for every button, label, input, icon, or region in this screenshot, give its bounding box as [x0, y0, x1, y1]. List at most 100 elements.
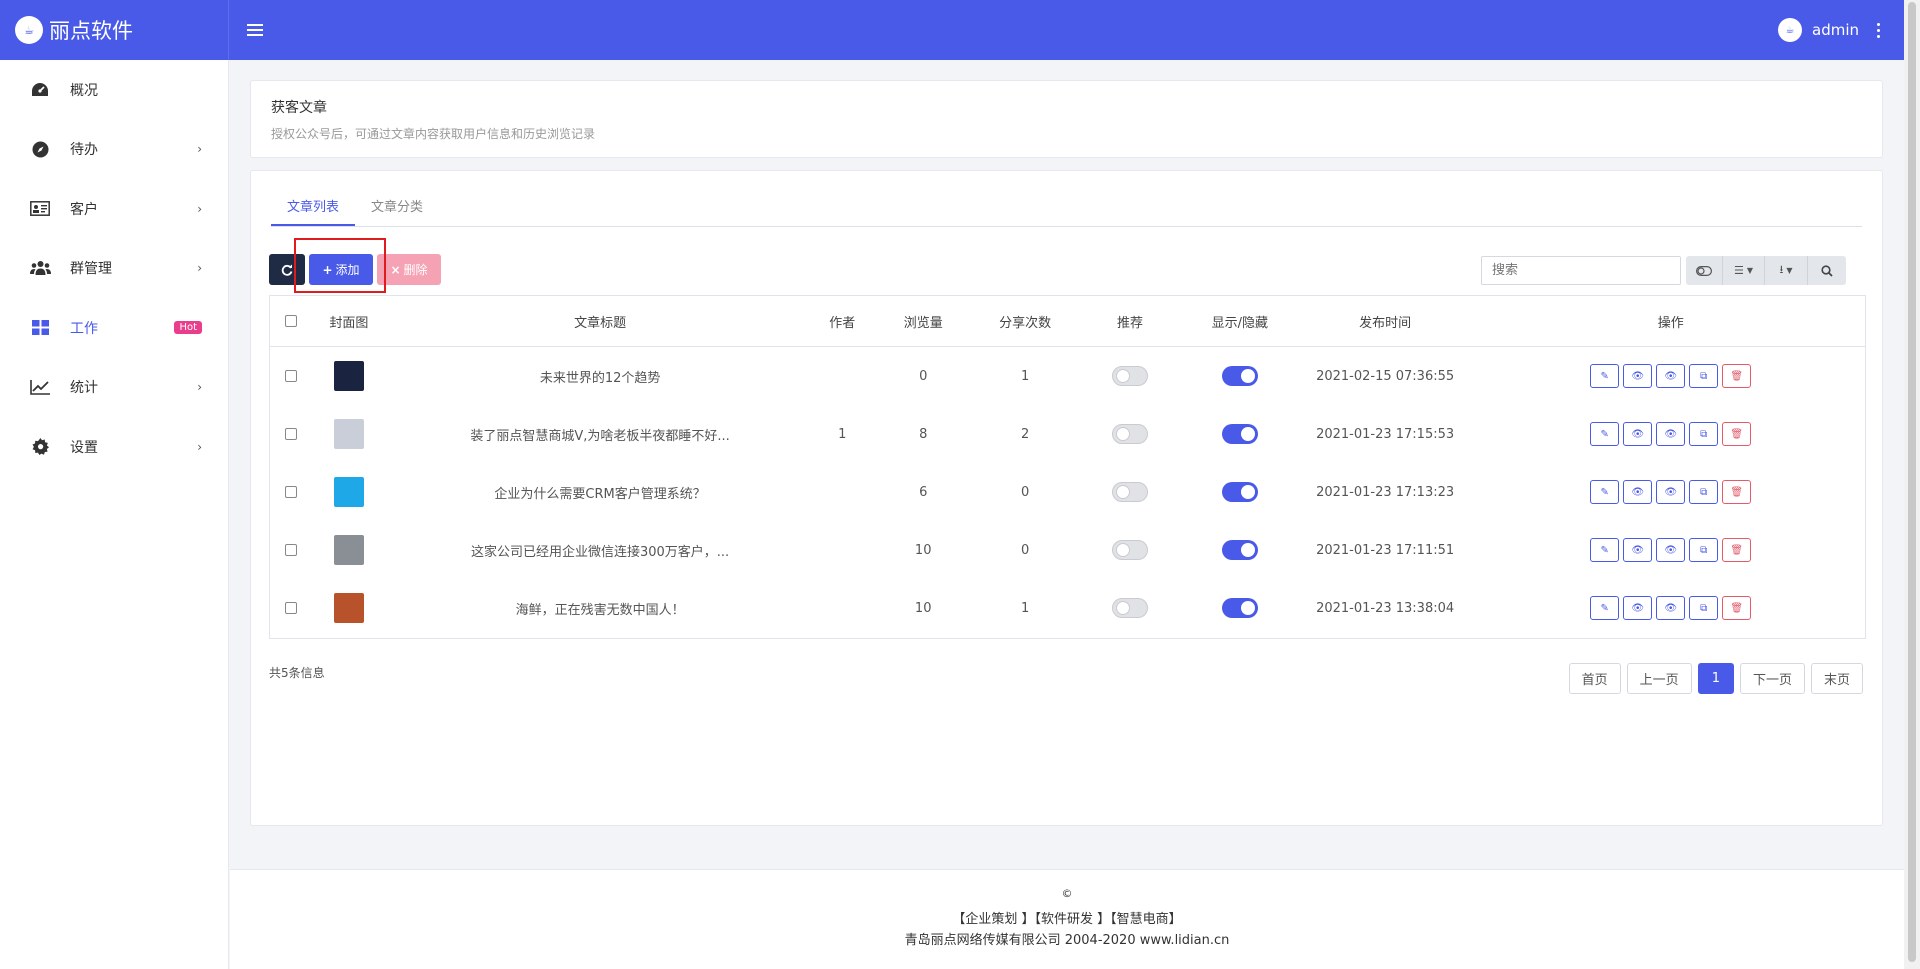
sidebar-item-todo[interactable]: 待办 ›: [0, 120, 228, 180]
edit-button[interactable]: ✎: [1590, 480, 1620, 504]
footer-links[interactable]: 【企业策划 】【软件研发 】【智慧电商】: [230, 908, 1904, 927]
first-page-button[interactable]: 首页: [1568, 663, 1621, 694]
pencil-icon: ✎: [1600, 544, 1609, 556]
sidebar-item-customer[interactable]: 客户 ›: [0, 179, 228, 239]
delete-button[interactable]: × 删除: [377, 254, 441, 285]
row-checkbox[interactable]: [284, 428, 297, 440]
recommend-toggle[interactable]: [1111, 598, 1148, 618]
article-title[interactable]: 这家公司已经用企业微信连接300万客户，...: [386, 541, 814, 560]
avatar[interactable]: ☕: [1778, 18, 1802, 42]
more-vertical-icon[interactable]: [1877, 22, 1880, 38]
preview-button[interactable]: 👁: [1623, 480, 1653, 504]
page-scrollbar[interactable]: [1904, 0, 1920, 969]
tab-article-list[interactable]: 文章列表: [271, 193, 356, 226]
eye-icon: 👁: [1664, 428, 1678, 440]
prev-page-button[interactable]: 上一页: [1626, 663, 1692, 694]
cover-image: [333, 477, 364, 507]
highlight-box: [294, 238, 386, 293]
sidebar-item-label: 统计: [70, 380, 98, 397]
column-header: 作者: [829, 315, 856, 331]
eye-icon: 👁: [1631, 544, 1645, 556]
view-stats-button[interactable]: 👁: [1656, 480, 1686, 504]
article-title[interactable]: 企业为什么需要CRM客户管理系统？: [386, 483, 814, 502]
preview-button[interactable]: 👁: [1623, 596, 1653, 620]
sidebar-item-work[interactable]: 工作 Hot: [0, 298, 228, 358]
copy-button[interactable]: ⧉: [1689, 538, 1719, 562]
user-menu: ☕ admin: [1778, 18, 1904, 42]
recommend-toggle[interactable]: [1111, 482, 1148, 502]
edit-button[interactable]: ✎: [1590, 538, 1620, 562]
visibility-toggle[interactable]: [1221, 482, 1258, 502]
copy-button[interactable]: ⧉: [1689, 480, 1719, 504]
row-checkbox[interactable]: [284, 602, 297, 614]
recommend-toggle[interactable]: [1111, 424, 1148, 444]
article-views: 0: [919, 368, 928, 384]
next-page-button[interactable]: 下一页: [1739, 663, 1805, 694]
edit-button[interactable]: ✎: [1590, 422, 1620, 446]
copy-button[interactable]: ⧉: [1689, 364, 1719, 388]
visibility-toggle[interactable]: [1221, 598, 1258, 618]
edit-button[interactable]: ✎: [1590, 364, 1620, 388]
search-button[interactable]: [1808, 256, 1846, 285]
sidebar-item-stats[interactable]: 统计 ›: [0, 358, 228, 418]
view-stats-button[interactable]: 👁: [1656, 364, 1686, 388]
recommend-toggle[interactable]: [1111, 540, 1148, 560]
eye-icon: 👁: [1631, 486, 1645, 498]
sidebar-item-settings[interactable]: 设置 ›: [0, 417, 228, 477]
brand[interactable]: ☕ 丽点软件: [0, 0, 229, 60]
pencil-icon: ✎: [1600, 370, 1609, 382]
sidebar-item-label: 工作: [70, 320, 98, 337]
select-all-checkbox[interactable]: [284, 315, 297, 327]
sidebar-item-overview[interactable]: 概况: [0, 60, 228, 120]
delete-row-button[interactable]: 🗑: [1722, 422, 1752, 446]
last-page-button[interactable]: 末页: [1810, 663, 1863, 694]
article-title[interactable]: 装了丽点智慧商城V,为啥老板半夜都睡不好...: [386, 425, 814, 444]
scrollbar-thumb[interactable]: [1908, 2, 1916, 962]
recommend-toggle[interactable]: [1111, 366, 1148, 386]
columns-dropdown-button[interactable]: ☰ ▼: [1723, 256, 1765, 285]
article-shares: 0: [1020, 542, 1030, 558]
trash-icon: 🗑: [1730, 428, 1744, 440]
article-views: 10: [914, 542, 932, 558]
hot-badge: Hot: [174, 321, 202, 335]
edit-button[interactable]: ✎: [1590, 596, 1620, 620]
row-checkbox[interactable]: [284, 486, 297, 498]
view-stats-button[interactable]: 👁: [1656, 596, 1686, 620]
delete-row-button[interactable]: 🗑: [1722, 596, 1752, 620]
copy-button[interactable]: ⧉: [1689, 422, 1719, 446]
username[interactable]: admin: [1812, 21, 1859, 39]
visibility-toggle[interactable]: [1221, 366, 1258, 386]
view-stats-button[interactable]: 👁: [1656, 538, 1686, 562]
view-stats-button[interactable]: 👁: [1656, 422, 1686, 446]
visibility-toggle[interactable]: [1221, 540, 1258, 560]
row-checkbox[interactable]: [284, 544, 297, 556]
preview-button[interactable]: 👁: [1623, 538, 1653, 562]
delete-row-button[interactable]: 🗑: [1722, 364, 1752, 388]
current-page-button[interactable]: 1: [1697, 663, 1734, 694]
list-icon: ☰: [1733, 264, 1744, 277]
search-input[interactable]: [1481, 256, 1681, 285]
sidebar-item-label: 群管理: [70, 261, 112, 278]
visibility-toggle[interactable]: [1221, 424, 1258, 444]
cover-image: [333, 361, 364, 391]
preview-button[interactable]: 👁: [1623, 364, 1653, 388]
toggle-view-button[interactable]: [1686, 256, 1723, 285]
preview-button[interactable]: 👁: [1623, 422, 1653, 446]
delete-row-button[interactable]: 🗑: [1722, 480, 1752, 504]
top-bar: ☕ 丽点软件 ☕ admin: [0, 0, 1904, 60]
tab-article-category[interactable]: 文章分类: [355, 193, 439, 226]
article-views: 10: [914, 600, 932, 616]
delete-row-button[interactable]: 🗑: [1722, 538, 1752, 562]
article-title[interactable]: 未来世界的12个趋势: [386, 367, 814, 386]
row-checkbox[interactable]: [284, 370, 297, 382]
sidebar-item-groups[interactable]: 群管理 ›: [0, 239, 228, 299]
copy-button[interactable]: ⧉: [1689, 596, 1719, 620]
footer: © 【企业策划 】【软件研发 】【智慧电商】 青岛丽点网络传媒有限公司 2004…: [230, 869, 1904, 969]
article-title[interactable]: 海鲜，正在残害无数中国人！: [386, 599, 814, 618]
tab-bar: 文章列表 文章分类: [271, 193, 1862, 227]
sidebar-item-label: 设置: [70, 439, 98, 456]
menu-toggle-icon[interactable]: [247, 24, 263, 36]
export-dropdown-button[interactable]: ⭳ ▼: [1765, 256, 1808, 285]
pencil-icon: ✎: [1600, 428, 1609, 440]
gear-icon: [29, 438, 51, 456]
